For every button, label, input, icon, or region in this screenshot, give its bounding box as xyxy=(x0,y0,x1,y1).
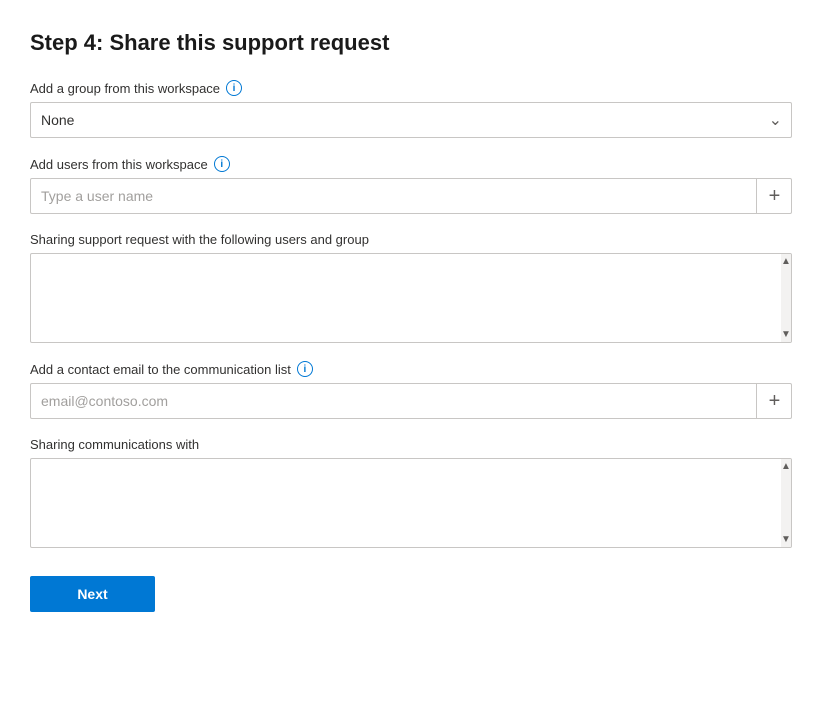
page-container: Step 4: Share this support request Add a… xyxy=(0,0,822,702)
sharing-comms-box: ▲ ▼ xyxy=(30,458,792,548)
group-dropdown[interactable]: None xyxy=(30,102,792,138)
user-name-input[interactable] xyxy=(30,178,792,214)
users-section-label: Add users from this workspace i xyxy=(30,156,792,172)
group-label-text: Add a group from this workspace xyxy=(30,81,220,96)
users-label-text: Add users from this workspace xyxy=(30,157,208,172)
add-user-button[interactable]: + xyxy=(756,178,792,214)
contact-email-input-wrapper: + xyxy=(30,383,792,419)
users-section: Add users from this workspace i + xyxy=(30,156,792,214)
contact-email-input[interactable] xyxy=(30,383,792,419)
comms-scroll-up-icon[interactable]: ▲ xyxy=(781,461,791,472)
sharing-comms-label: Sharing communications with xyxy=(30,437,792,452)
next-button[interactable]: Next xyxy=(30,576,155,612)
contact-email-section-label: Add a contact email to the communication… xyxy=(30,361,792,377)
scroll-up-icon[interactable]: ▲ xyxy=(781,256,791,267)
add-email-button[interactable]: + xyxy=(756,383,792,419)
comms-scroll-down-icon[interactable]: ▼ xyxy=(781,534,791,545)
contact-email-info-icon[interactable]: i xyxy=(297,361,313,377)
group-section-label: Add a group from this workspace i xyxy=(30,80,792,96)
contact-email-label-text: Add a contact email to the communication… xyxy=(30,362,291,377)
users-info-icon[interactable]: i xyxy=(214,156,230,172)
group-info-icon[interactable]: i xyxy=(226,80,242,96)
sharing-users-label: Sharing support request with the followi… xyxy=(30,232,792,247)
users-input-wrapper: + xyxy=(30,178,792,214)
group-dropdown-wrapper: None ⌄ xyxy=(30,102,792,138)
group-section: Add a group from this workspace i None ⌄ xyxy=(30,80,792,138)
sharing-comms-scrollbar: ▲ ▼ xyxy=(781,459,791,547)
page-title: Step 4: Share this support request xyxy=(30,30,792,56)
sharing-users-section: Sharing support request with the followi… xyxy=(30,232,792,343)
scroll-down-icon[interactable]: ▼ xyxy=(781,329,791,340)
sharing-users-scrollbar: ▲ ▼ xyxy=(781,254,791,342)
contact-email-section: Add a contact email to the communication… xyxy=(30,361,792,419)
sharing-comms-section: Sharing communications with ▲ ▼ xyxy=(30,437,792,548)
sharing-users-box: ▲ ▼ xyxy=(30,253,792,343)
